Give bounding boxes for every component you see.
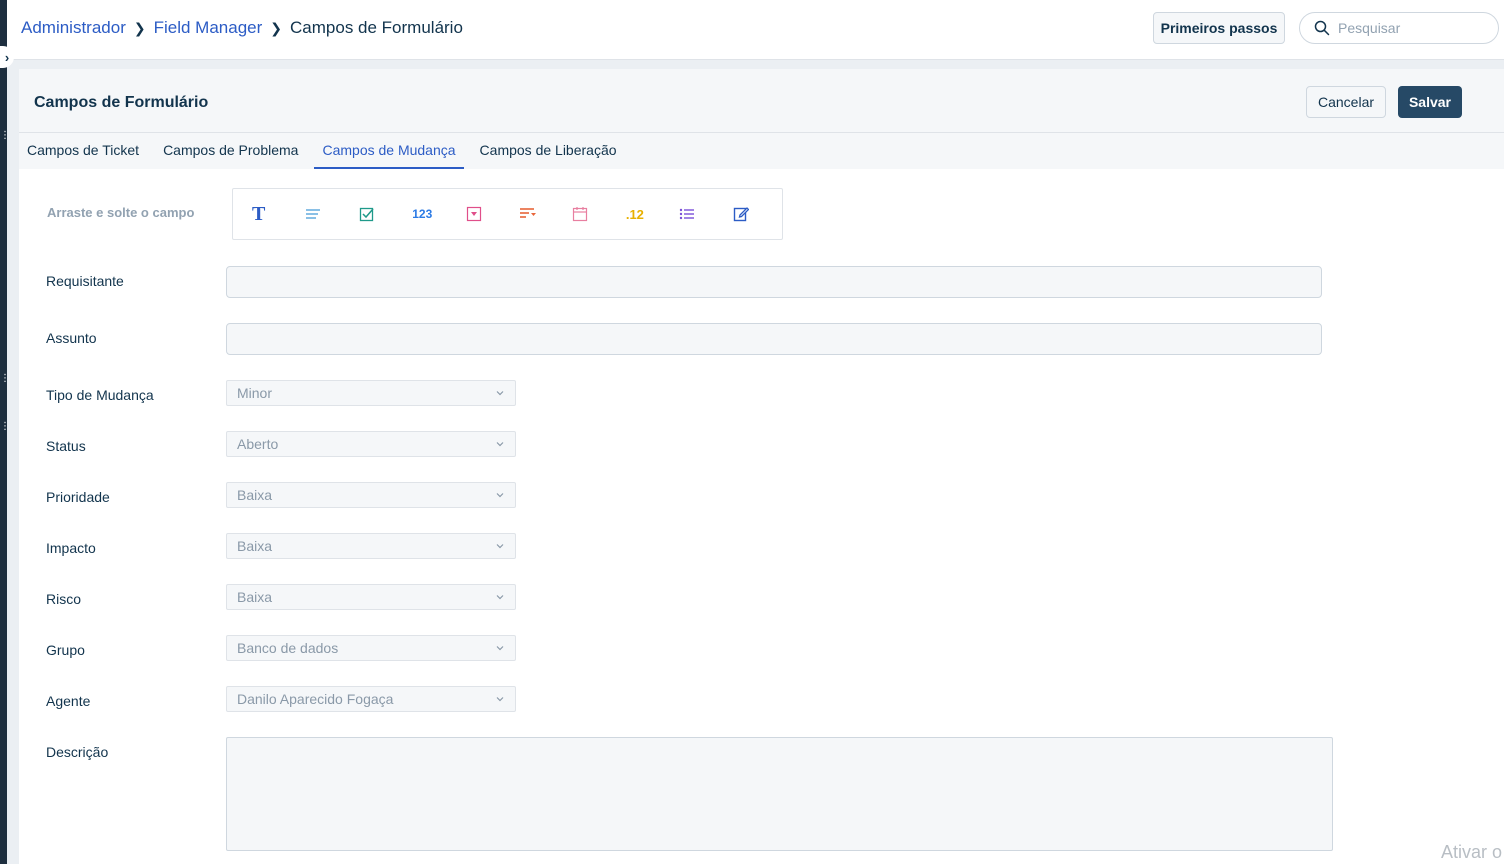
chevron-down-icon (496, 697, 504, 702)
custom-text-icon[interactable] (729, 202, 782, 226)
change-type-value: Minor (237, 385, 273, 401)
page-title: Campos de Formulário (34, 94, 209, 111)
date-icon[interactable] (568, 202, 621, 226)
getting-started-button[interactable]: Primeiros passos (1153, 12, 1285, 44)
group-select[interactable]: Banco de dados (226, 635, 516, 661)
number-icon[interactable]: 123 (408, 202, 461, 226)
chevron-right-icon: ❯ (270, 19, 283, 36)
save-button[interactable]: Salvar (1398, 86, 1462, 118)
breadcrumb-field-manager-link[interactable]: Field Manager (154, 18, 263, 38)
checkbox-icon[interactable] (355, 202, 408, 226)
risk-select[interactable]: Baixa (226, 584, 516, 610)
agent-value: Danilo Aparecido Fogaça (237, 691, 394, 707)
breadcrumb-current: Campos de Formulário (290, 18, 463, 37)
breadcrumb-admin-link[interactable]: Administrador (21, 18, 126, 38)
group-label: Grupo (46, 642, 85, 658)
card-header: Campos de Formulário Cancelar Salvar (19, 69, 1504, 133)
chevron-down-icon (496, 391, 504, 396)
priority-select[interactable]: Baixa (226, 482, 516, 508)
subject-field[interactable] (226, 323, 1322, 355)
status-value: Aberto (237, 436, 279, 452)
status-row: Status (46, 438, 226, 454)
impact-select[interactable]: Baixa (226, 533, 516, 559)
rail-handle-icon: ⋮ (0, 373, 10, 384)
description-label: Descrição (46, 744, 109, 760)
breadcrumb: Administrador ❯ Field Manager ❯ Campos d… (21, 18, 463, 38)
agent-label: Agente (46, 693, 91, 709)
single-line-text-icon[interactable]: T (248, 202, 301, 226)
group-value: Banco de dados (237, 640, 339, 656)
tab-bar: Campos de Ticket Campos de Problema Camp… (19, 133, 1504, 169)
requester-row: Requisitante (46, 273, 226, 289)
priority-value: Baixa (237, 487, 273, 503)
chevron-down-icon (496, 544, 504, 549)
activation-watermark: Ativar o (1441, 842, 1503, 862)
chevron-down-icon (496, 493, 504, 498)
paragraph-icon[interactable] (301, 202, 354, 226)
search-box[interactable] (1299, 12, 1499, 44)
dropdown-icon[interactable] (462, 202, 515, 226)
field-type-palette: T 123 .12 (232, 188, 783, 240)
left-rail: ⋮ ⋮ ⋮ (0, 0, 10, 864)
search-icon (1314, 20, 1330, 36)
status-label: Status (46, 438, 86, 454)
description-row: Descrição (46, 744, 226, 760)
priority-label: Prioridade (46, 489, 110, 505)
status-select[interactable]: Aberto (226, 431, 516, 457)
chevron-down-icon (496, 646, 504, 651)
subject-label: Assunto (46, 330, 97, 346)
impact-label: Impacto (46, 540, 96, 556)
subject-row: Assunto (46, 330, 226, 346)
priority-row: Prioridade (46, 489, 226, 505)
dependent-field-icon[interactable] (515, 202, 568, 226)
description-field[interactable] (226, 737, 1333, 851)
rail-handle-icon: ⋮ (0, 421, 10, 432)
requester-field[interactable] (226, 266, 1322, 298)
chevron-right-icon: ❯ (133, 19, 146, 36)
top-header: Administrador ❯ Field Manager ❯ Campos d… (7, 0, 1504, 60)
change-type-select[interactable]: Minor (226, 380, 516, 406)
requester-label: Requisitante (46, 273, 124, 289)
risk-value: Baixa (237, 589, 273, 605)
chevron-down-icon (496, 442, 504, 447)
rail-handle-icon: ⋮ (0, 130, 10, 141)
tab-release-fields[interactable]: Campos de Liberação (472, 133, 625, 169)
agent-select[interactable]: Danilo Aparecido Fogaça (226, 686, 516, 712)
impact-value: Baixa (237, 538, 273, 554)
cancel-button[interactable]: Cancelar (1306, 86, 1386, 118)
change-type-label: Tipo de Mudança (46, 387, 154, 403)
risk-label: Risco (46, 591, 82, 607)
group-row: Grupo (46, 642, 226, 658)
drag-drop-label: Arraste e solte o campo (47, 205, 195, 220)
risk-row: Risco (46, 591, 226, 607)
search-input[interactable] (1338, 20, 1478, 36)
agent-row: Agente (46, 693, 226, 709)
chevron-down-icon (496, 595, 504, 600)
impact-row: Impacto (46, 540, 226, 556)
decimal-icon[interactable]: .12 (622, 202, 675, 226)
tab-problem-fields[interactable]: Campos de Problema (155, 133, 306, 169)
form-fields-card: Campos de Formulário Cancelar Salvar Cam… (19, 69, 1504, 864)
multi-select-icon[interactable] (675, 202, 728, 226)
change-type-row: Tipo de Mudança (46, 387, 226, 403)
tab-change-fields[interactable]: Campos de Mudança (314, 133, 464, 169)
tab-ticket-fields[interactable]: Campos de Ticket (19, 133, 147, 169)
